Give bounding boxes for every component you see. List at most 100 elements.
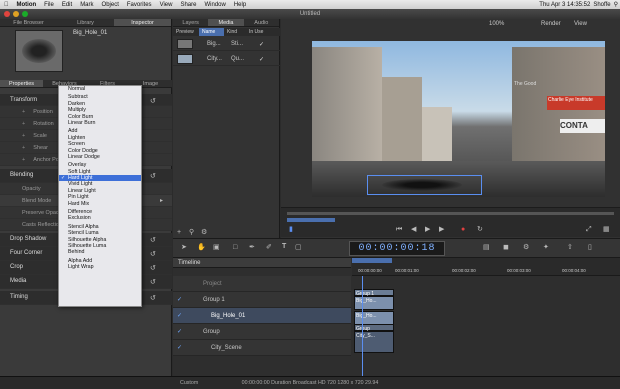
shape-tool-icon[interactable]: □ <box>233 244 237 252</box>
track-city-scene[interactable]: ✓ City_Scene <box>173 340 351 356</box>
spotlight-icon[interactable]: ⚲ <box>614 1 618 8</box>
add-object-icon[interactable]: ◼ <box>503 244 509 252</box>
playhead-marker-icon[interactable]: ▮ <box>289 226 293 234</box>
menu-object[interactable]: Object <box>98 2 123 8</box>
track-project[interactable]: Project <box>173 276 351 292</box>
clip-city-scene[interactable]: City_S... <box>354 331 394 353</box>
clip-big-hole-b[interactable]: Big_Ho... <box>354 311 394 325</box>
step-forward-icon[interactable]: ▶ <box>439 226 444 234</box>
track-enable-checkbox[interactable]: ✓ <box>177 292 182 308</box>
user-name[interactable]: Shoffe <box>593 2 610 8</box>
hud-icon[interactable]: ▯ <box>588 244 592 252</box>
clip-group-1[interactable]: Group 1 <box>354 289 394 297</box>
loop-icon[interactable]: ↻ <box>477 226 483 234</box>
menu-view[interactable]: View <box>156 2 177 8</box>
view-menu[interactable]: View <box>574 21 587 27</box>
track-group[interactable]: ✓ Group <box>173 324 351 340</box>
text-tool-icon[interactable]: T <box>282 243 286 251</box>
list-item[interactable]: Big... Sti... ✓ <box>173 37 280 51</box>
track-group-1[interactable]: ✓ Group 1 <box>173 292 351 308</box>
track-enable-checkbox[interactable]: ✓ <box>177 340 182 356</box>
play-range[interactable] <box>352 258 392 263</box>
tab-inspector[interactable]: Inspector <box>114 19 171 26</box>
menu-help[interactable]: Help <box>230 2 250 8</box>
ruler-tick: 00:00:02:00 <box>452 268 476 273</box>
menu-edit[interactable]: Edit <box>58 2 76 8</box>
blend-mode-menu-arrow-icon[interactable]: ▸ <box>160 197 163 205</box>
menu-window[interactable]: Window <box>200 2 229 8</box>
close-window-button[interactable] <box>4 11 10 17</box>
menu-share[interactable]: Share <box>176 2 200 8</box>
list-item[interactable]: City... Qu... ✓ <box>173 52 280 66</box>
add-icon[interactable]: + <box>177 229 181 237</box>
ruler-tick: 00:00:04:00 <box>562 268 586 273</box>
track-enable-checkbox[interactable]: ✓ <box>177 308 182 324</box>
go-to-start-icon[interactable]: ⏮ <box>396 226 402 234</box>
canvas-image[interactable]: Charlie Eye Institute CONTA The Good <box>312 41 605 197</box>
minimize-window-button[interactable] <box>13 11 19 17</box>
tab-properties[interactable]: Properties <box>0 80 43 87</box>
tab-file-browser[interactable]: File Browser <box>0 19 57 26</box>
reset-crop-icon[interactable]: ↺ <box>150 265 156 273</box>
clip-big-hole-a[interactable]: Big_Ho... <box>354 296 394 310</box>
column-kind[interactable]: Kind <box>224 28 246 36</box>
track-big-hole[interactable]: ✓ Big_Hole_01 <box>173 308 351 324</box>
action-icon[interactable]: ⚙ <box>201 229 207 237</box>
share-icon[interactable]: ⇧ <box>567 244 573 252</box>
app-menu[interactable]: Motion <box>13 2 41 8</box>
blend-option-light-wrap[interactable]: Light Wrap <box>59 264 141 270</box>
tab-audio[interactable]: Audio <box>244 19 279 26</box>
reset-drop-shadow-icon[interactable]: ↺ <box>150 237 156 245</box>
add-filter-icon[interactable]: ✦ <box>543 244 549 252</box>
blend-mode-menu: Normal Subtract Darken Multiply Color Burn Li… <box>58 85 142 307</box>
tab-media[interactable]: Media <box>208 19 244 26</box>
playhead[interactable] <box>362 276 363 376</box>
pan-tool-icon[interactable]: ✋ <box>197 244 206 252</box>
timeline-ruler[interactable]: 00:00:00:00 00:00:01:00 00:00:02:00 00:0… <box>352 258 620 276</box>
custom-label[interactable]: Custom <box>180 377 198 389</box>
render-menu[interactable]: Render <box>541 21 561 27</box>
layers-panel: Layers Media Audio Preview Name Kind In … <box>173 19 280 238</box>
ruler-tick: 00:00:01:00 <box>395 268 419 273</box>
media-thumbnail <box>177 54 193 64</box>
column-preview[interactable]: Preview <box>173 28 199 36</box>
clock[interactable]: Thu Apr 3 14:35:52 <box>539 2 590 8</box>
mask-tool-icon[interactable]: ▢ <box>295 244 302 252</box>
tab-library[interactable]: Library <box>57 19 114 26</box>
menu-mark[interactable]: Mark <box>76 2 97 8</box>
zoom-window-button[interactable] <box>22 11 28 17</box>
options-icon[interactable]: ▦ <box>603 226 610 234</box>
clip-group[interactable]: Group <box>354 324 394 332</box>
paint-tool-icon[interactable]: ✐ <box>266 244 272 252</box>
menu-file[interactable]: File <box>40 2 58 8</box>
reset-media-icon[interactable]: ↺ <box>150 279 156 287</box>
play-icon[interactable]: ▶ <box>425 226 430 234</box>
camera-tool-icon[interactable]: ▣ <box>213 244 220 252</box>
step-back-icon[interactable]: ◀ <box>411 226 416 234</box>
tab-layers[interactable]: Layers <box>173 19 208 26</box>
reset-timing-icon[interactable]: ↺ <box>150 295 156 303</box>
fullscreen-icon[interactable]: ⤢ <box>586 226 592 234</box>
zoom-level[interactable]: 100% <box>489 21 504 27</box>
library-layout-icon[interactable]: ▤ <box>483 244 490 252</box>
column-name[interactable]: Name <box>199 28 224 36</box>
play-range-bar[interactable] <box>287 218 335 222</box>
track-enable-checkbox[interactable]: ✓ <box>177 324 182 340</box>
reset-four-corner-icon[interactable]: ↺ <box>150 251 156 259</box>
column-in-use[interactable]: In Use <box>246 28 276 36</box>
menu-favorites[interactable]: Favorites <box>123 2 156 8</box>
search-icon[interactable]: ⚲ <box>189 229 194 237</box>
project-info: 00:00:00:00 Duration Broadcast HD 720 12… <box>241 380 379 386</box>
big-hole-layer[interactable] <box>382 179 462 191</box>
blend-option-hard-light[interactable]: Hard Light <box>59 175 141 182</box>
record-icon[interactable]: ● <box>461 226 465 234</box>
timecode-display[interactable]: 00:00:00:18 <box>349 241 445 256</box>
apple-menu-icon[interactable]:  <box>0 2 13 8</box>
transport-bar: ▮ ⏮ ◀ ▶ ▶ ● ↻ ⤢ ▦ <box>281 207 620 237</box>
window-title: Untitled <box>299 11 321 17</box>
add-behavior-icon[interactable]: ⚙ <box>523 244 529 252</box>
reset-blending-icon[interactable]: ↺ <box>150 173 156 181</box>
pen-tool-icon[interactable]: ✒ <box>249 244 255 252</box>
reset-transform-icon[interactable]: ↺ <box>150 98 156 106</box>
select-tool-icon[interactable]: ➤ <box>181 244 187 252</box>
